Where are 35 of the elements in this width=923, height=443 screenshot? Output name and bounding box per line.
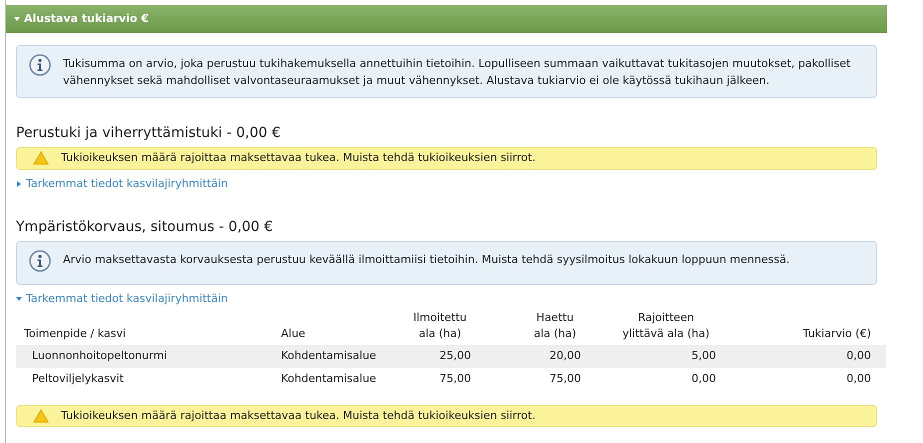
column-header: Rajoitteen ylittävä ala (ha) [621,310,711,342]
caret-right-icon [16,180,22,187]
table-cell: 75,00 [401,368,471,390]
panel-title: Alustava tukiarvio € [24,10,149,27]
column-header: Toimenpide / kasvi [24,326,127,342]
notice-text: Arvio maksettavasta korvauksesta perustuu keväällä ilmoittamiisi tietoihin. Muista tehdä syysilmoitus lokakuun loppuun mennessä. [63,252,790,268]
warning-icon [33,408,49,423]
column-header: Tukiarvio (€) [802,326,871,342]
section-title: Ympäristökorvaus, sitoumus - 0,00 € [16,218,274,236]
details-link[interactable]: Tarkemmat tiedot kasvilajiryhmittäin [16,176,877,192]
column-header: Ilmoitettu ala (ha) [412,310,468,342]
warning-text: Tukioikeuksen määrä rajoittaa maksettavaa tukea. Muista tehdä tukioikeuksien siirrot. [61,150,536,166]
table-cell: 20,00 [471,344,581,368]
table-cell: 0,00 [581,368,716,390]
info-icon [29,54,51,76]
caret-down-icon [14,16,20,22]
table-cell: Peltoviljelykasvit [16,368,281,390]
warning-icon [33,151,49,166]
column-header: Haettu ala (ha) [532,310,578,342]
table-cell: 0,00 [716,344,886,368]
table-cell: Kohdentamisalue [281,344,401,368]
table-cell: 75,00 [471,368,581,390]
info-icon [29,250,51,272]
panel-header[interactable]: Alustava tukiarvio € [6,5,887,33]
table-cell: Luonnonhoitopeltonurmi [16,344,281,368]
notice-text: Tukisumma on arvio, joka perustuu tukihakemuksella annettuihin tietoihin. Lopulliseen summaan vaikuttavat tukitasojen muutokset, pakolliset vähennykset sekä mahdolliset valvontaseuraamukset ja muut vähennykset. Alustava tukiarvio ei ole käytössä tukihaun jälkeen. [63,56,852,88]
caret-down-icon [16,296,22,302]
warning-text: Tukioikeuksen määrä rajoittaa maksettavaa tukea. Muista tehdä tukioikeuksien siirrot. [61,408,536,424]
column-header: Alue [281,326,306,342]
table-cell: Kohdentamisalue [281,368,401,390]
section-title: Perustuki ja viherryttämistuki - 0,00 € [16,124,282,142]
details-link[interactable]: Tarkemmat tiedot kasvilajiryhmittäin [16,291,877,308]
table-cell: 5,00 [581,344,716,368]
table-cell: 0,00 [716,368,886,390]
table-cell: 25,00 [401,344,471,368]
